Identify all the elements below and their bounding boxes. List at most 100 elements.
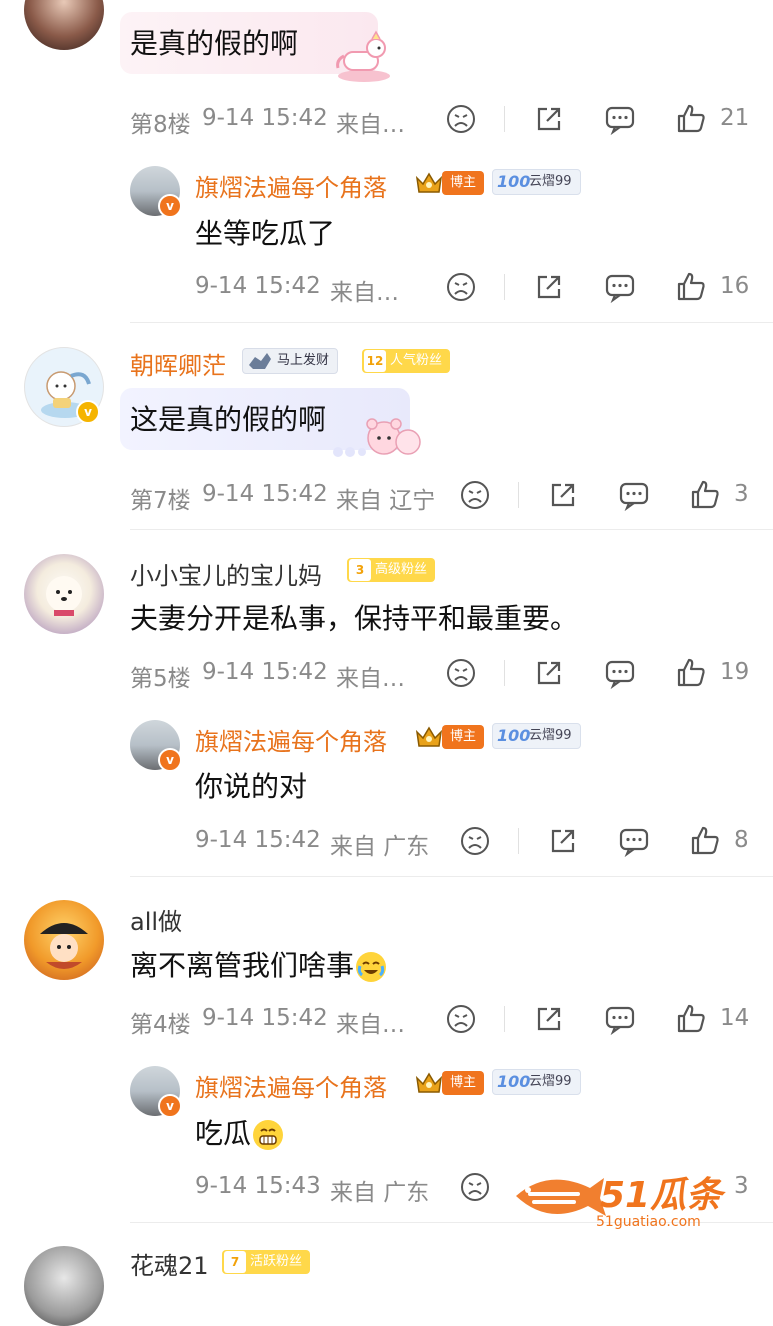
- username[interactable]: 旗熠法遍每个角落: [195, 722, 387, 757]
- comment-text: 夫妻分开是私事，保持平和最重要。: [130, 602, 579, 635]
- timestamp: 9-14 15:42: [202, 105, 328, 131]
- comment-divider: [130, 322, 773, 323]
- username[interactable]: all做: [130, 902, 182, 937]
- pirate-avatar-icon: [40, 923, 88, 969]
- comment-icon[interactable]: [617, 824, 651, 858]
- fan-label: 活跃粉丝: [250, 1254, 303, 1269]
- timestamp: 9-14 15:42: [202, 659, 328, 685]
- like-count: 19: [720, 659, 750, 685]
- source-location: 来自…: [336, 1012, 405, 1038]
- comment-icon[interactable]: [603, 656, 637, 690]
- dislike-icon[interactable]: [458, 824, 492, 858]
- crown-icon: [415, 172, 443, 193]
- fan-level: 7: [224, 1251, 246, 1273]
- like-icon[interactable]: [688, 824, 722, 858]
- username[interactable]: 花魂21: [130, 1246, 209, 1281]
- like-count: 8: [734, 827, 749, 853]
- username[interactable]: 旗熠法遍每个角落: [195, 168, 387, 203]
- role-tag: 博主: [442, 1071, 485, 1095]
- avatar[interactable]: [24, 0, 104, 50]
- crown-icon: [415, 726, 443, 747]
- like-count: 14: [720, 1005, 750, 1031]
- like-icon[interactable]: [674, 102, 708, 136]
- laugh-cry-emoji-icon: [356, 952, 387, 982]
- source-location: 来自…: [336, 112, 405, 138]
- like-count: 21: [720, 105, 750, 131]
- divider: [504, 106, 505, 132]
- source-location: 来自…: [336, 666, 405, 692]
- fan-label: 人气粉丝: [390, 353, 443, 368]
- avatar[interactable]: [24, 900, 104, 980]
- share-icon[interactable]: [546, 824, 580, 858]
- username[interactable]: 朝晖卿茫: [130, 346, 226, 381]
- comment-icon[interactable]: [617, 478, 651, 512]
- dislike-icon[interactable]: [444, 102, 478, 136]
- mascot-label: 马上发财: [277, 353, 330, 368]
- timestamp: 9-14 15:42: [202, 481, 328, 507]
- username[interactable]: 小小宝儿的宝儿妈: [130, 556, 322, 591]
- crown-icon: [415, 1072, 443, 1093]
- fan-label: 高级粉丝: [375, 562, 428, 577]
- fan-tag: 12 人气粉丝: [362, 349, 451, 373]
- floor-label: 第7楼: [130, 488, 191, 514]
- badge-label: 云熠99: [529, 174, 572, 189]
- divider: [518, 828, 519, 854]
- fan-tag: 3 高级粉丝: [347, 558, 436, 582]
- share-icon[interactable]: [532, 270, 566, 304]
- verified-icon: v: [158, 748, 182, 772]
- like-icon[interactable]: [688, 478, 722, 512]
- grin-emoji-icon: [253, 1120, 284, 1150]
- verified-icon: v: [76, 400, 100, 424]
- floor-label: 第4楼: [130, 1012, 191, 1038]
- dislike-icon[interactable]: [458, 1170, 492, 1204]
- share-icon[interactable]: [546, 478, 580, 512]
- comment-icon[interactable]: [603, 102, 637, 136]
- watermark-logo: 51瓜条 51guatiao.com: [508, 1162, 758, 1236]
- comment-icon[interactable]: [603, 1002, 637, 1036]
- bubble-tail-icon: [333, 447, 366, 457]
- floor-label: 第8楼: [130, 112, 191, 138]
- source-location: 来自 辽宁: [336, 488, 436, 514]
- avatar[interactable]: [24, 554, 104, 634]
- role-tag: 博主: [442, 171, 485, 195]
- dislike-icon[interactable]: [444, 1002, 478, 1036]
- dislike-icon[interactable]: [458, 478, 492, 512]
- comment-text: 是真的假的啊: [130, 27, 299, 60]
- share-icon[interactable]: [532, 102, 566, 136]
- fan-tag: 7 活跃粉丝: [222, 1250, 311, 1274]
- comment-text: 这是真的假的啊: [130, 403, 327, 436]
- like-icon[interactable]: [674, 656, 708, 690]
- like-icon[interactable]: [674, 1002, 708, 1036]
- timestamp: 9-14 15:43: [195, 1173, 321, 1199]
- badge-label: 云熠99: [529, 1074, 572, 1089]
- comment-text-content: 离不离管我们啥事: [130, 949, 355, 982]
- username[interactable]: 旗熠法遍每个角落: [195, 1068, 387, 1103]
- dog-avatar-icon: [46, 576, 82, 616]
- watermark-brand: 51瓜条: [600, 1175, 723, 1216]
- reply-text: 坐等吃瓜了: [195, 217, 336, 250]
- avatar[interactable]: [24, 1246, 104, 1326]
- like-icon[interactable]: [674, 270, 708, 304]
- floor-label: 第5楼: [130, 666, 191, 692]
- timestamp: 9-14 15:42: [195, 827, 321, 853]
- source-location: 来自…: [330, 280, 399, 306]
- fish-logo-icon: [516, 1178, 606, 1216]
- badge-tag: 100 云熠99: [492, 723, 581, 749]
- like-count: 16: [720, 273, 750, 299]
- like-count: 3: [734, 481, 749, 507]
- horse-icon: [249, 353, 271, 369]
- hundred-icon: 100: [497, 172, 531, 191]
- comment-divider: [130, 876, 773, 877]
- share-icon[interactable]: [532, 656, 566, 690]
- dislike-icon[interactable]: [444, 270, 478, 304]
- bear-sticker-icon: [366, 418, 421, 455]
- timestamp: 9-14 15:42: [202, 1005, 328, 1031]
- comment-divider: [130, 529, 773, 530]
- reply-text: 吃瓜: [195, 1112, 284, 1152]
- dislike-icon[interactable]: [444, 656, 478, 690]
- share-icon[interactable]: [532, 1002, 566, 1036]
- role-tag: 博主: [442, 725, 485, 749]
- comment-icon[interactable]: [603, 270, 637, 304]
- reply-text-content: 吃瓜: [195, 1117, 252, 1150]
- hundred-icon: 100: [497, 1072, 531, 1091]
